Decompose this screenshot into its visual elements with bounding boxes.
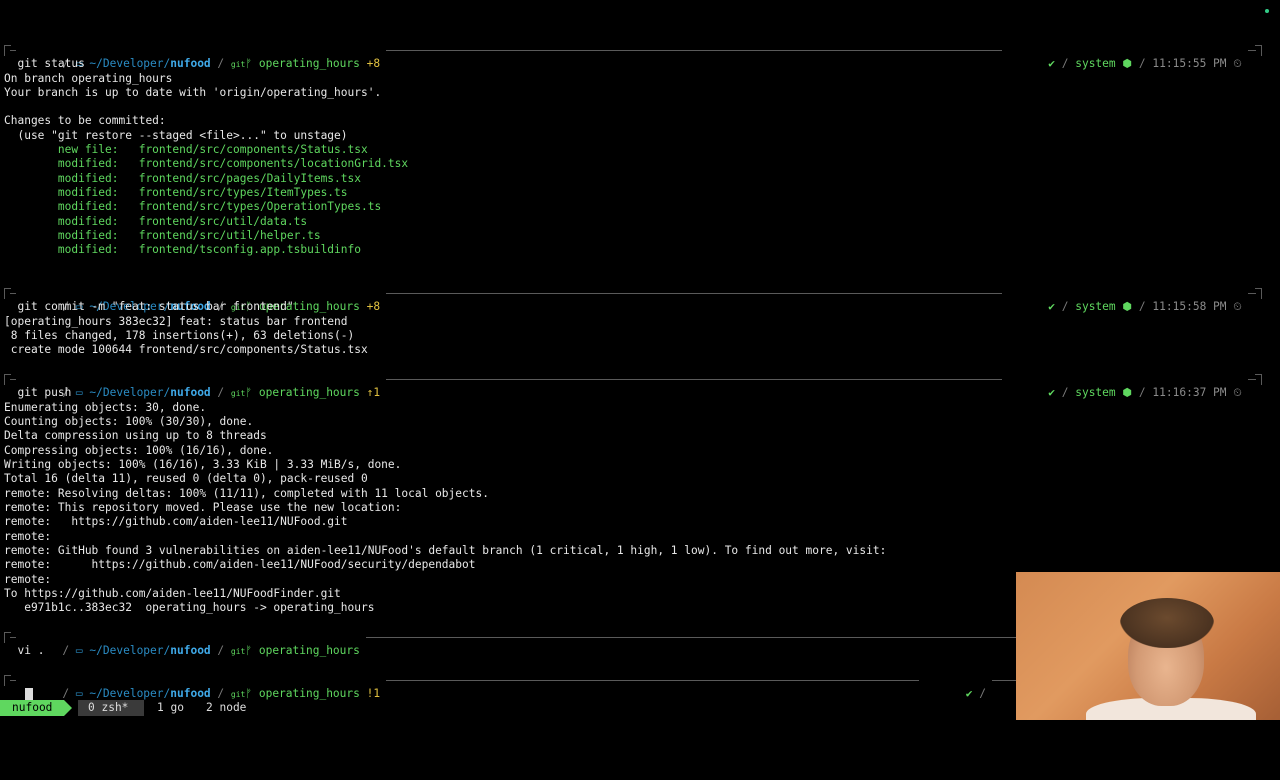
output-line: create mode 100644 frontend/src/componen…	[4, 343, 368, 356]
staged-file: modified: frontend/src/util/helper.ts	[4, 229, 321, 242]
timestamp: 11:15:55 PM	[1152, 57, 1227, 71]
branch-name: operating_hours	[258, 687, 360, 700]
webcam-person-hair	[1120, 598, 1214, 648]
branch-name: operating_hours	[258, 386, 360, 400]
status-dot	[1265, 9, 1269, 13]
prompt-line: / ▭ ~/Developer/nufood / gitᚠ operating_…	[4, 372, 1262, 416]
change-count: +8	[366, 57, 381, 71]
output-line: remote: This repository moved. Please us…	[4, 501, 402, 514]
output-line: Delta compression using up to 8 threads	[4, 429, 267, 442]
path-repo: nufood	[170, 386, 211, 400]
node-version: system	[1075, 57, 1116, 71]
node-version: system	[1075, 300, 1116, 314]
staged-file: modified: frontend/src/util/data.ts	[4, 215, 308, 228]
output-line: Your branch is up to date with 'origin/o…	[4, 86, 382, 99]
branch-name: operating_hours	[258, 57, 360, 71]
check-icon: ✔	[1048, 57, 1055, 71]
command-line: git status	[17, 57, 85, 70]
node-version: system	[1075, 386, 1116, 400]
output-line: remote:	[4, 530, 52, 543]
branch-icon: ᚠ	[245, 57, 253, 71]
path-home: ~/Developer/	[89, 644, 171, 658]
git-icon: git	[230, 647, 246, 657]
folder-icon: ▭	[75, 386, 83, 400]
path-repo: nufood	[170, 687, 211, 700]
tmux-window-1[interactable]: 1 go	[157, 700, 184, 716]
path-home: ~/Developer/	[89, 386, 171, 400]
output-line: Counting objects: 100% (30/30), done.	[4, 415, 254, 428]
staged-file: modified: frontend/tsconfig.app.tsbuildi…	[4, 243, 361, 256]
staged-file: new file: frontend/src/components/Status…	[4, 143, 368, 156]
clock-icon: ⏲	[1233, 386, 1242, 400]
tmux-window-2[interactable]: 2 node	[206, 700, 246, 716]
command-line: git push	[17, 386, 72, 399]
clock-icon: ⏲	[1233, 57, 1242, 71]
output-line: remote: https://github.com/aiden-lee11/N…	[4, 558, 476, 571]
staged-file: modified: frontend/src/components/locati…	[4, 157, 409, 170]
folder-icon: ▭	[75, 687, 83, 700]
git-icon: git	[230, 389, 246, 399]
output-line: On branch operating_hours	[4, 72, 173, 85]
output-line: (use "git restore --staged <file>..." to…	[4, 129, 348, 142]
timestamp: 11:15:58 PM	[1152, 300, 1227, 314]
output-line: remote:	[4, 573, 52, 586]
modified-count: !1	[366, 687, 381, 700]
git-icon: git	[230, 690, 246, 700]
git-icon: git	[230, 60, 246, 70]
output-line: 8 files changed, 178 insertions(+), 63 d…	[4, 329, 355, 342]
webcam-overlay	[1016, 572, 1280, 720]
command-line: vi .	[17, 644, 45, 657]
branch-name: operating_hours	[258, 644, 360, 658]
node-icon: ⬢	[1122, 386, 1133, 400]
check-icon: ✔	[1048, 300, 1055, 314]
staged-file: modified: frontend/src/types/OperationTy…	[4, 200, 382, 213]
output-line: Changes to be committed:	[4, 114, 166, 127]
output-line: Total 16 (delta 11), reused 0 (delta 0),…	[4, 472, 368, 485]
command-line: git commit -m "feat: status bar frontend…	[17, 300, 294, 313]
output-line: remote: GitHub found 3 vulnerabilities o…	[4, 544, 887, 557]
output-line: Enumerating objects: 30, done.	[4, 401, 207, 414]
path-repo: nufood	[170, 57, 211, 71]
prompt-line: / ▭ ~/Developer/nufood / gitᚠ operating_…	[4, 43, 1262, 87]
tmux-session-name[interactable]: nufood	[0, 700, 73, 716]
output-line: Writing objects: 100% (16/16), 3.33 KiB …	[4, 458, 402, 471]
staged-file: modified: frontend/src/pages/DailyItems.…	[4, 172, 361, 185]
check-icon: ✔	[965, 687, 973, 700]
path-repo: nufood	[170, 644, 211, 658]
tmux-window-0[interactable]: 0 zsh*	[78, 700, 145, 716]
text-cursor[interactable]	[25, 688, 33, 700]
branch-icon: ᚠ	[245, 644, 253, 658]
branch-icon: ᚠ	[245, 687, 253, 700]
node-icon: ⬢	[1122, 300, 1133, 314]
path-home: ~/Developer/	[89, 57, 171, 71]
change-count: +8	[366, 300, 381, 314]
branch-icon: ᚠ	[245, 386, 253, 400]
timestamp: 11:16:37 PM	[1152, 386, 1227, 400]
output-line: [operating_hours 383ec32] feat: status b…	[4, 315, 348, 328]
staged-file: modified: frontend/src/types/ItemTypes.t…	[4, 186, 348, 199]
output-line: To https://github.com/aiden-lee11/NUFood…	[4, 587, 341, 600]
output-line: remote: https://github.com/aiden-lee11/N…	[4, 515, 348, 528]
output-line: remote: Resolving deltas: 100% (11/11), …	[4, 487, 489, 500]
prompt-line: / ▭ ~/Developer/nufood / gitᚠ operating_…	[4, 286, 1262, 330]
folder-icon: ▭	[75, 644, 83, 658]
output-line: e971b1c..383ec32 operating_hours -> oper…	[4, 601, 375, 614]
ahead-count: ↑1	[366, 386, 381, 400]
path-home: ~/Developer/	[89, 687, 171, 700]
check-icon: ✔	[1048, 386, 1055, 400]
node-icon: ⬢	[1122, 57, 1133, 71]
clock-icon: ⏲	[1233, 300, 1242, 314]
output-line: Compressing objects: 100% (16/16), done.	[4, 444, 274, 457]
